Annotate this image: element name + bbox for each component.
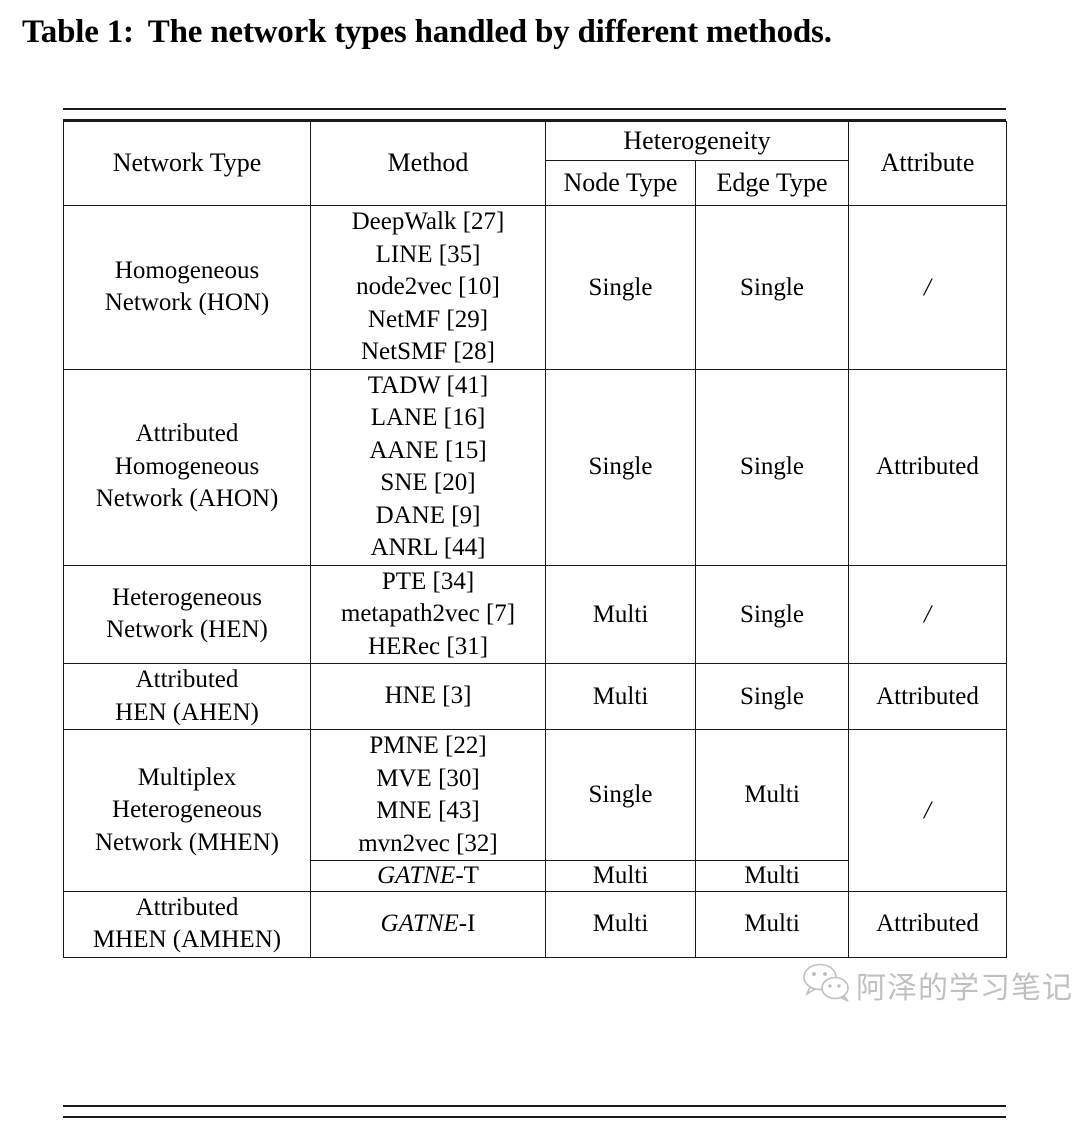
method-entry: ANRL [44]: [370, 534, 486, 561]
table-header: Network Type Method Heterogeneity Attrib…: [63, 121, 1008, 206]
cell-edge-type: Multi: [694, 890, 850, 958]
method-entry: DANE [9]: [375, 501, 481, 529]
network-type-line: MHEN (AMHEN): [92, 926, 282, 953]
method-entry: AANE [15]: [369, 436, 487, 464]
network-types-table: Network Type Method Heterogeneity Attrib…: [63, 121, 1008, 958]
method-name-suffix: -I: [458, 910, 476, 938]
method-entry: HERec [31]: [367, 632, 489, 660]
cell-attribute: Attributed: [848, 890, 1008, 958]
cell-node-type: Single: [545, 368, 696, 566]
network-type-line: Network (AHON): [95, 485, 279, 513]
watermark-text: 阿泽的学习笔记: [856, 971, 1073, 1006]
wechat-icon: [800, 961, 856, 1010]
header-heterogeneity: Heterogeneity: [544, 121, 850, 161]
cell-attribute: Attributed: [848, 663, 1008, 730]
method-entry: DeepWalk [27]: [351, 208, 505, 235]
cell-edge-type: Single: [694, 205, 850, 370]
cell-attribute: Attributed: [848, 368, 1008, 566]
method-entry: NetSMF [28]: [360, 338, 496, 365]
method-entry: node2vec [10]: [356, 273, 500, 300]
table-caption: Table 1: The network types handled by dif…: [22, 14, 1062, 51]
method-entry: TADW [41]: [367, 371, 489, 399]
cell-network-type: Heterogeneous Network (HEN): [63, 564, 311, 664]
method-entry: mvn2vec [32]: [358, 829, 498, 857]
network-type-line: Multiplex: [137, 763, 237, 791]
network-type-line: Heterogeneous: [112, 796, 262, 823]
table-body-rows: Homogeneous Network (HON) DeepWalk [27] …: [63, 205, 1008, 958]
cell-node-type: Single: [545, 205, 696, 370]
method-entry: PMNE [22]: [369, 732, 487, 759]
method-name-suffix: -T: [455, 862, 479, 889]
table-row: Attributed HEN (AHEN) HNE [3] Multi Sing…: [63, 663, 1008, 730]
method-entry: SNE [20]: [380, 469, 476, 496]
network-type-line: Network (HON): [104, 289, 270, 317]
method-entry: PTE [34]: [381, 567, 475, 595]
cell-node-type: Multi: [545, 663, 696, 730]
method-entry: LANE [16]: [370, 404, 486, 431]
table-top-rule-outer: [63, 108, 1006, 110]
network-type-line: Homogeneous: [114, 256, 260, 284]
network-type-line: Homogeneous: [114, 452, 260, 480]
cell-methods: GATNE-I: [310, 890, 546, 958]
header-row: Network Type Method Heterogeneity Attrib…: [63, 121, 1008, 206]
cell-edge-type: Single: [694, 663, 850, 730]
cell-edge-type: Single: [694, 368, 850, 566]
header-method: Method: [310, 121, 546, 206]
cell-attribute: /: [848, 729, 1008, 892]
network-type-line: Network (HEN): [106, 616, 268, 644]
header-network-type: Network Type: [63, 121, 311, 206]
table-row: Homogeneous Network (HON) DeepWalk [27] …: [63, 205, 1008, 370]
table-bottom-rule-outer: [63, 1116, 1006, 1118]
network-type-line: HEN (AHEN): [115, 698, 259, 726]
network-type-line: Network (MHEN): [95, 828, 279, 856]
cell-edge-type: Multi: [694, 860, 850, 892]
method-entry: LINE [35]: [375, 240, 481, 268]
cell-node-type: Multi: [545, 890, 696, 958]
cell-edge-type: Single: [694, 564, 850, 664]
method-entry: NetMF [29]: [367, 305, 489, 333]
network-type-line: Attributed: [135, 666, 239, 693]
method-name-italic: GATNE: [377, 862, 456, 889]
cell-network-type: Multiplex Heterogeneous Network (MHEN): [63, 729, 311, 892]
method-entry: metapath2vec [7]: [340, 600, 516, 627]
table-bottom-rule-inner: [63, 1105, 1006, 1107]
cell-network-type: Attributed HEN (AHEN): [63, 663, 311, 730]
cell-methods: PMNE [22] MVE [30] MNE [43] mvn2vec [32]: [310, 729, 546, 861]
cell-methods: TADW [41] LANE [16] AANE [15] SNE [20] D…: [310, 368, 546, 566]
cell-network-type: Attributed MHEN (AMHEN): [63, 890, 311, 958]
watermark: 阿泽的学习笔记: [798, 957, 1073, 1013]
caption-text: The network types handled by different m…: [147, 14, 832, 50]
cell-node-type: Single: [545, 729, 696, 861]
cell-methods: GATNE-T: [310, 860, 546, 892]
cell-attribute: /: [848, 205, 1008, 370]
table-bottom-rules: [63, 1105, 1006, 1121]
table-row: Attributed Homogeneous Network (AHON) TA…: [63, 368, 1008, 566]
cell-methods: DeepWalk [27] LINE [35] node2vec [10] Ne…: [310, 205, 546, 370]
cell-edge-type: Multi: [694, 729, 850, 861]
cell-network-type: Attributed Homogeneous Network (AHON): [63, 368, 311, 566]
table-row: Attributed MHEN (AMHEN) GATNE-I Multi Mu…: [63, 890, 1008, 958]
method-name-italic: GATNE: [380, 910, 459, 938]
method-entry: HNE [3]: [384, 682, 472, 710]
header-edge-type: Edge Type: [694, 160, 850, 206]
cell-methods: HNE [3]: [310, 663, 546, 730]
method-entry: MVE [30]: [376, 764, 480, 792]
caption-label: Table 1:: [22, 14, 134, 50]
cell-node-type: Multi: [545, 860, 696, 892]
network-type-line: Heterogeneous: [112, 583, 262, 611]
header-node-type: Node Type: [545, 160, 696, 206]
cell-node-type: Multi: [545, 564, 696, 664]
table-row: Multiplex Heterogeneous Network (MHEN) P…: [63, 729, 1008, 892]
header-attribute: Attribute: [848, 121, 1008, 206]
cell-methods: PTE [34] metapath2vec [7] HERec [31]: [310, 564, 546, 664]
network-type-line: Attributed: [135, 420, 239, 448]
cell-attribute: /: [848, 564, 1008, 664]
network-type-line: Attributed: [135, 893, 239, 921]
table-row: Heterogeneous Network (HEN) PTE [34] met…: [63, 564, 1008, 664]
method-entry: MNE [43]: [376, 797, 480, 824]
cell-network-type: Homogeneous Network (HON): [63, 205, 311, 370]
